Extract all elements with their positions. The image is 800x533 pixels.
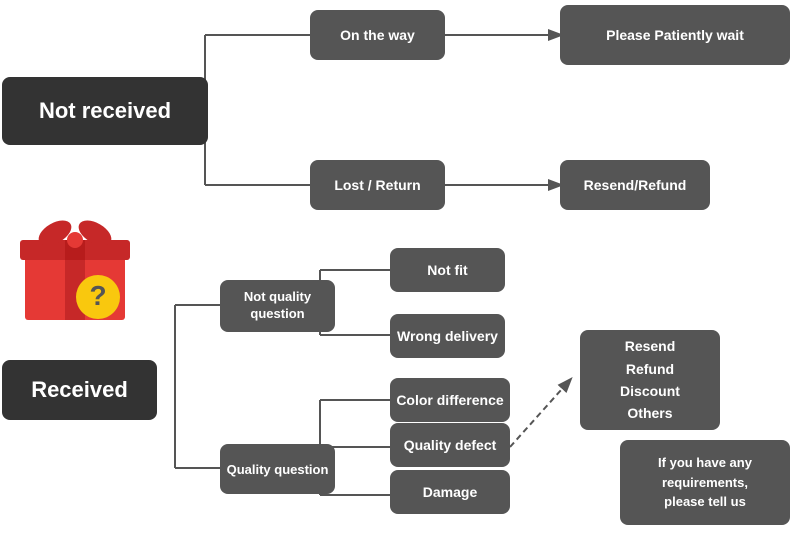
gift-icon: ? [10,195,140,325]
quality-defect-node: Quality defect [390,423,510,467]
lost-return-node: Lost / Return [310,160,445,210]
flowchart: Not received On the way Please Patiently… [0,0,800,533]
damage-node: Damage [390,470,510,514]
color-difference-node: Color difference [390,378,510,422]
wrong-delivery-node: Wrong delivery [390,314,505,358]
quality-question-node: Quality question [220,444,335,494]
if-you-have-node: If you have any requirements, please tel… [620,440,790,525]
resend-refund-top-node: Resend/Refund [560,160,710,210]
not-fit-node: Not fit [390,248,505,292]
resend-refund-box-node: Resend Refund Discount Others [580,330,720,430]
svg-text:?: ? [89,280,106,311]
not-quality-node: Not quality question [220,280,335,332]
received-node: Received [2,360,157,420]
not-received-node: Not received [2,77,208,145]
please-wait-node: Please Patiently wait [560,5,790,65]
on-the-way-node: On the way [310,10,445,60]
